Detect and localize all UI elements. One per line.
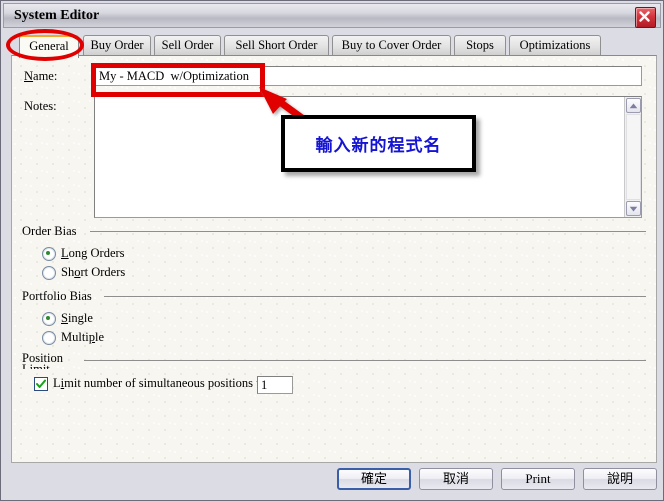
cancel-button-label: 取消 xyxy=(442,471,469,486)
print-button-label: Print xyxy=(525,471,551,486)
ok-button-label: 確定 xyxy=(360,471,387,486)
radio-multiple-label: Multiple xyxy=(61,330,105,344)
window-title: System Editor xyxy=(14,8,100,23)
system-editor-dialog: System Editor General Buy Order Sell Ord… xyxy=(0,0,664,501)
tab-buy-to-cover-order[interactable]: Buy to Cover Order xyxy=(332,35,451,56)
limit-positions-checkbox[interactable] xyxy=(34,376,48,391)
limit-positions-label: Limit number of simultaneous positions t… xyxy=(53,376,266,390)
ok-button[interactable]: 確定 xyxy=(337,468,411,490)
cancel-button[interactable]: 取消 xyxy=(419,468,493,490)
tab-general[interactable]: General xyxy=(19,35,79,58)
help-button[interactable]: 說明 xyxy=(583,468,657,490)
position-limit-separator xyxy=(84,360,646,361)
title-bar: System Editor xyxy=(3,3,661,28)
radio-long-orders-indicator[interactable] xyxy=(42,246,56,261)
radio-multiple-indicator[interactable] xyxy=(42,330,56,345)
order-bias-separator xyxy=(90,231,646,232)
radio-short-orders[interactable]: Short Orders xyxy=(42,265,125,280)
help-button-label: 說明 xyxy=(606,471,633,486)
general-tab-panel: Name: Notes: Order Bias Long Orders xyxy=(11,55,657,463)
radio-single[interactable]: Single xyxy=(42,311,93,326)
notes-label: Notes: xyxy=(24,99,57,113)
limit-positions-checkbox-row[interactable]: Limit number of simultaneous positions t… xyxy=(34,376,266,391)
tab-buy-order[interactable]: Buy Order xyxy=(83,35,151,56)
portfolio-bias-separator xyxy=(104,296,646,297)
radio-multiple[interactable]: Multiple xyxy=(42,330,104,345)
dialog-button-bar: 確定 取消 Print 說明 xyxy=(1,462,663,500)
radio-short-orders-label: Short Orders xyxy=(61,265,126,279)
position-limit-title-line1: Position xyxy=(22,351,63,365)
position-limit-group-title: Position Limit xyxy=(22,351,67,369)
radio-single-indicator[interactable] xyxy=(42,311,56,326)
tab-sell-order[interactable]: Sell Order xyxy=(154,35,221,56)
system-name-input[interactable] xyxy=(94,66,642,86)
name-label: Name: xyxy=(24,69,58,83)
order-bias-group-title: Order Bias xyxy=(22,224,77,238)
tab-stops-label: Stops xyxy=(466,38,494,52)
tab-sell-short-order-label: Sell Short Order xyxy=(235,38,318,52)
tab-optimizations[interactable]: Optimizations xyxy=(509,35,601,56)
tab-optimizations-label: Optimizations xyxy=(519,38,591,52)
scrollbar-track[interactable] xyxy=(626,114,641,200)
radio-short-orders-indicator[interactable] xyxy=(42,265,56,280)
notes-textarea[interactable] xyxy=(94,96,642,218)
radio-long-orders-label: Long Orders xyxy=(61,246,125,260)
close-icon[interactable] xyxy=(635,7,656,28)
tab-sell-short-order[interactable]: Sell Short Order xyxy=(224,35,329,56)
portfolio-bias-group-title: Portfolio Bias xyxy=(22,289,92,303)
tab-strip: General Buy Order Sell Order Sell Short … xyxy=(11,35,657,58)
radio-long-orders[interactable]: Long Orders xyxy=(42,246,125,261)
max-positions-input[interactable] xyxy=(257,376,293,394)
notes-scrollbar[interactable] xyxy=(624,97,641,217)
tab-general-label: General xyxy=(29,39,69,53)
scroll-down-arrow-icon[interactable] xyxy=(626,201,641,216)
tab-buy-order-label: Buy Order xyxy=(90,38,144,52)
print-button[interactable]: Print xyxy=(501,468,575,490)
tab-stops[interactable]: Stops xyxy=(454,35,506,56)
scroll-up-arrow-icon[interactable] xyxy=(626,98,641,113)
radio-single-label: Single xyxy=(61,311,93,325)
tab-sell-order-label: Sell Order xyxy=(161,38,214,52)
tab-buy-to-cover-order-label: Buy to Cover Order xyxy=(341,38,442,52)
